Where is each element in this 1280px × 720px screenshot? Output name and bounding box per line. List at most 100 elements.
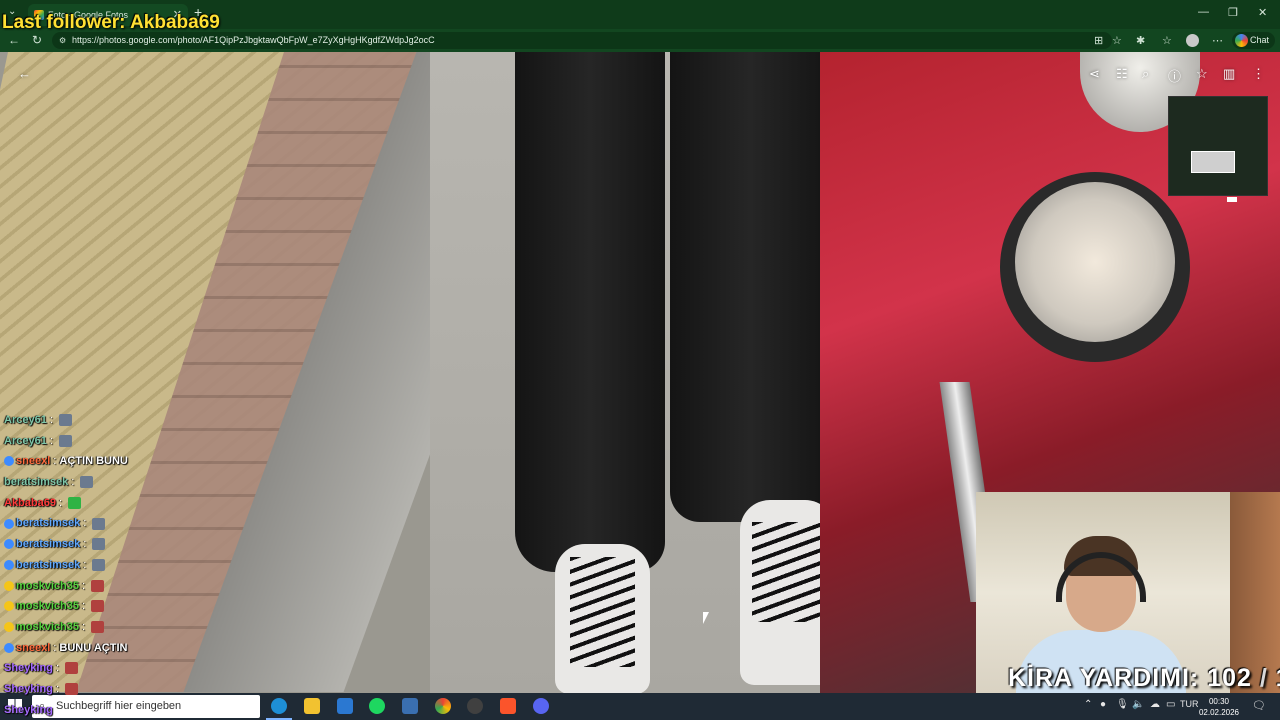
chat-message: moskvich35 : <box>4 596 128 617</box>
windows-taskbar: ⌕ Suchbegriff hier eingeben ⌃ ● 🎙 🔈 ☁ ▭ … <box>0 693 1280 720</box>
battery-icon[interactable]: ▭ <box>1166 699 1175 710</box>
profile-avatar[interactable] <box>1186 34 1199 47</box>
window-close-icon[interactable]: ✕ <box>1258 6 1267 19</box>
obs-icon[interactable] <box>467 698 483 714</box>
clock-time: 00:30 <box>1208 697 1230 706</box>
photo-right-laces <box>752 522 822 622</box>
spotify-icon[interactable] <box>369 698 385 714</box>
tray-expand-icon[interactable]: ⌃ <box>1084 699 1092 710</box>
calculator-icon[interactable] <box>402 698 418 714</box>
user-badge-icon <box>4 559 14 570</box>
chat-message: beratsimsek : <box>4 555 128 576</box>
chat-message: Arcey61 : <box>4 410 128 431</box>
volume-icon[interactable]: 🔈 <box>1132 699 1144 710</box>
chat-message: beratsimsek : <box>4 472 128 493</box>
chat-separator: : <box>78 579 89 592</box>
webcam-feed <box>976 492 1280 693</box>
chat-emote-icon <box>91 620 105 633</box>
file-explorer-icon[interactable] <box>304 698 320 714</box>
chat-emote-icon <box>68 496 82 509</box>
chat-emote-icon <box>92 538 106 551</box>
chat-separator: : <box>52 682 63 695</box>
stream-chat: Arcey61 : Arcey61 : sneexl : AÇTIN BUNU b… <box>4 410 128 720</box>
maximize-icon[interactable]: ❐ <box>1228 6 1238 19</box>
minimize-icon[interactable]: — <box>1198 6 1209 18</box>
tray-app-icon[interactable]: ● <box>1100 699 1106 710</box>
chat-username: sneexl <box>16 641 51 654</box>
chat-button-label: Chat <box>1250 35 1270 45</box>
user-badge-icon <box>4 601 14 612</box>
chat-message: sneexl : AÇTIN BUNU <box>4 451 128 472</box>
chat-username: moskvich35 <box>16 600 79 613</box>
chat-username: beratsimsek <box>16 517 81 530</box>
chat-emote-icon <box>80 476 94 489</box>
chat-separator: : <box>80 517 90 530</box>
chat-message: Sheyking : <box>4 679 128 700</box>
zoom-icon[interactable]: ⌕ <box>1142 66 1149 82</box>
user-badge-icon <box>4 621 14 632</box>
zoom-minimap[interactable] <box>1168 96 1268 202</box>
chat-emote-icon <box>65 662 79 675</box>
bookmark-star-icon[interactable]: ☆ <box>1112 34 1122 47</box>
chat-separator: : <box>46 414 56 426</box>
chat-message: Akbaba69 : <box>4 493 128 514</box>
photo-left-leg <box>515 52 665 572</box>
rent-goal-counter: KİRA YARDIMI: 102 / 110 <box>1008 664 1280 693</box>
chat-emote-icon <box>92 517 106 530</box>
delete-icon[interactable]: ▥ <box>1223 66 1235 82</box>
photo-headlight <box>1015 182 1175 342</box>
chat-separator: : <box>80 538 90 551</box>
back-icon[interactable]: ← <box>8 33 20 47</box>
store-icon[interactable] <box>337 698 353 714</box>
chat-emote-icon <box>59 414 72 427</box>
gemini-chat-button[interactable]: Chat <box>1232 32 1276 49</box>
chat-message: beratsimsek : <box>4 534 128 555</box>
network-icon[interactable]: ☁ <box>1150 699 1160 710</box>
chat-separator: : <box>80 558 90 571</box>
extensions-icon[interactable]: ✱ <box>1136 34 1145 47</box>
favorite-star-icon[interactable]: ☆ <box>1196 66 1208 82</box>
discord-icon[interactable] <box>533 698 549 714</box>
more-options-icon[interactable]: ⋮ <box>1252 66 1265 82</box>
clock-date: 02.02.2026 <box>1198 708 1240 717</box>
notifications-icon[interactable]: 🗨 <box>1252 699 1266 712</box>
chat-separator: : <box>78 620 89 633</box>
microphone-icon[interactable]: 🎙 <box>1116 699 1129 710</box>
edit-icon[interactable]: ☷ <box>1116 66 1128 82</box>
bookmarks-icon[interactable]: ☆ <box>1162 34 1172 47</box>
share-icon[interactable]: ⋖ <box>1089 66 1100 82</box>
chat-username: Arcey61 <box>4 414 47 426</box>
chat-message: sneexl : BUNU AÇTIN <box>4 638 128 659</box>
reload-icon[interactable]: ↻ <box>32 33 42 47</box>
user-badge-icon <box>4 642 14 653</box>
chrome-icon[interactable] <box>435 698 451 714</box>
info-icon[interactable]: ⓘ <box>1168 66 1181 85</box>
chat-username: beratsimsek <box>16 538 81 551</box>
rent-goal-current: 102 <box>1207 664 1252 692</box>
url-text: https://photos.google.com/photo/AF1QipPz… <box>72 35 435 45</box>
chat-separator: : <box>78 600 89 613</box>
brave-icon[interactable] <box>500 698 516 714</box>
rent-goal-target: 110 <box>1276 664 1280 692</box>
chat-emote-icon <box>91 600 105 613</box>
chat-message: moskvich35 : <box>4 617 128 638</box>
chat-message: Sheyking : <box>4 658 128 679</box>
chat-username: sneexl <box>16 455 51 468</box>
install-app-icon[interactable]: ⊞ <box>1094 34 1103 47</box>
rent-goal-separator: / <box>1259 664 1268 692</box>
minimap-viewport[interactable] <box>1191 151 1235 173</box>
site-info-icon[interactable]: ⚙ <box>59 32 66 49</box>
photo-back-icon[interactable]: ← <box>18 66 31 81</box>
chat-username: Sheyking <box>4 703 53 716</box>
chat-username: Sheyking <box>4 662 53 675</box>
chat-message: Arcey61 : <box>4 431 128 452</box>
chat-username: Akbaba69 <box>4 496 56 509</box>
chat-username: Sheyking <box>4 682 53 695</box>
chat-username: Arcey61 <box>4 434 47 447</box>
address-bar[interactable]: ⚙ https://photos.google.com/photo/AF1Qip… <box>52 32 1112 49</box>
chat-message: Sheyking <box>4 700 128 720</box>
edge-icon[interactable] <box>271 698 287 714</box>
menu-dots-icon[interactable]: ⋯ <box>1212 34 1223 47</box>
chat-emote-icon <box>65 683 79 696</box>
taskbar-clock[interactable]: 00:30 02.02.2026 <box>1196 696 1242 718</box>
